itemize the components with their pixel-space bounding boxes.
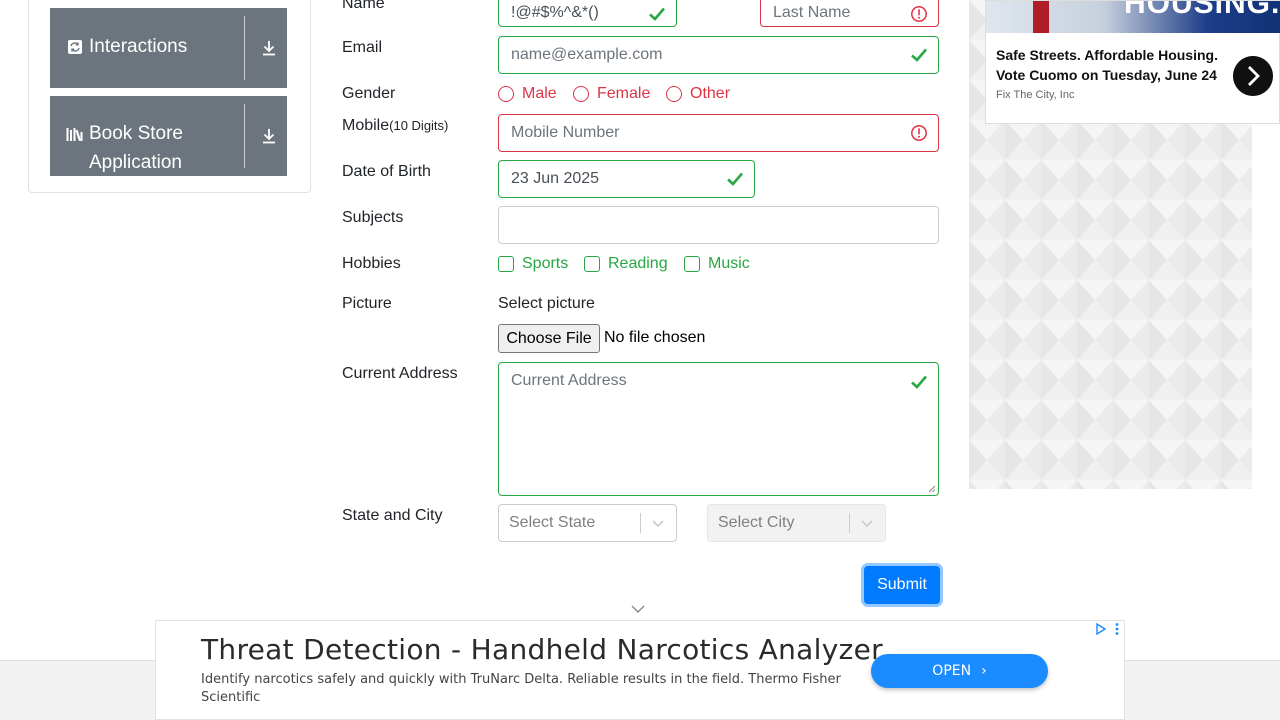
sidebar-group-book-store[interactable]: Book Store Application — [50, 96, 287, 176]
submit-button[interactable]: Submit — [864, 566, 940, 604]
ad-image: HOUSING. — [986, 1, 1280, 33]
hobby-reading-checkbox[interactable]: Reading — [584, 255, 668, 273]
dob-value: 23 Jun 2025 — [511, 170, 600, 187]
right-ad-card[interactable]: HOUSING. Safe Streets. Affordable Housin… — [985, 0, 1280, 124]
radio-label[interactable]: Other — [690, 85, 730, 103]
download-icon[interactable] — [260, 39, 278, 57]
check-icon — [727, 172, 743, 186]
picture-label: Picture — [342, 295, 392, 312]
chevron-right-icon[interactable] — [1233, 56, 1273, 96]
radio-label[interactable]: Female — [597, 85, 650, 103]
ad-image-figure — [1033, 1, 1049, 33]
sidebar-group-interactions[interactable]: Interactions — [50, 8, 287, 88]
ad-description: Identify narcotics safely and quickly wi… — [201, 672, 841, 705]
city-placeholder: Select City — [718, 514, 795, 531]
dob-input[interactable]: 23 Jun 2025 — [498, 160, 755, 198]
picture-prompt: Select picture — [498, 295, 595, 312]
ad-open-label: OPEN — [932, 663, 972, 679]
radio-circle[interactable] — [498, 86, 514, 102]
first-name-value: !@#$%^&*() — [511, 3, 599, 21]
ad-headline[interactable]: Safe Streets. Affordable Housing. Vote C… — [996, 45, 1226, 85]
city-select[interactable]: Select City — [707, 504, 886, 542]
ad-image-text: HOUSING. — [1124, 1, 1280, 20]
gender-label: Gender — [342, 85, 396, 102]
current-address-textarea[interactable]: Current Address — [498, 362, 939, 496]
checkbox-label[interactable]: Music — [708, 255, 750, 273]
sidebar-group-label: Book Store — [89, 123, 183, 144]
chevron-down-icon[interactable] — [650, 515, 666, 531]
check-icon — [911, 375, 927, 389]
ad-open-button[interactable]: OPEN › — [871, 654, 1048, 688]
radio-label[interactable]: Male — [522, 85, 557, 103]
last-name-placeholder: Last Name — [773, 3, 851, 21]
subjects-input[interactable] — [498, 206, 939, 244]
ad-source: Fix The City, Inc — [996, 89, 1075, 101]
sidebar-group-label: Interactions — [89, 36, 188, 57]
hobbies-label: Hobbies — [342, 255, 401, 272]
chevron-right-icon: › — [981, 663, 987, 679]
file-status: No file chosen — [604, 329, 706, 346]
gender-female-radio[interactable]: Female — [573, 85, 650, 103]
radio-circle[interactable] — [666, 86, 682, 102]
state-select[interactable]: Select State — [498, 504, 677, 542]
address-placeholder: Current Address — [511, 372, 627, 389]
first-name-input[interactable]: !@#$%^&*() — [498, 0, 677, 27]
mobile-label: Mobile(10 Digits) — [342, 116, 448, 136]
book-icon — [66, 128, 83, 141]
gender-male-radio[interactable]: Male — [498, 85, 557, 103]
choose-file-button[interactable]: Choose File — [498, 324, 600, 353]
checkbox-label[interactable]: Reading — [608, 255, 668, 273]
download-icon[interactable] — [260, 127, 278, 145]
resize-grip-icon[interactable] — [928, 485, 936, 493]
divider — [849, 513, 850, 533]
hobby-music-checkbox[interactable]: Music — [684, 255, 750, 273]
mobile-hint: (10 Digits) — [389, 118, 449, 133]
email-placeholder: name@example.com — [511, 46, 663, 63]
mobile-input[interactable]: Mobile Number — [498, 114, 939, 152]
divider — [244, 16, 245, 80]
ad-title[interactable]: Threat Detection - Handheld Narcotics An… — [201, 633, 883, 666]
adchoices-icon[interactable] — [1094, 622, 1108, 636]
divider — [640, 513, 641, 533]
warning-icon — [911, 5, 927, 22]
dob-label: Date of Birth — [342, 163, 431, 180]
check-icon — [911, 48, 927, 62]
state-city-label: State and City — [342, 507, 443, 524]
chevron-down-icon[interactable] — [859, 515, 875, 531]
name-label: Name — [342, 0, 385, 12]
hobby-sports-checkbox[interactable]: Sports — [498, 255, 568, 273]
subjects-label: Subjects — [342, 209, 404, 226]
radio-circle[interactable] — [573, 86, 589, 102]
divider — [244, 104, 245, 168]
checkbox-box[interactable] — [584, 256, 600, 272]
interactions-icon — [68, 40, 82, 54]
last-name-input[interactable]: Last Name — [760, 0, 939, 27]
email-label: Email — [342, 39, 383, 56]
gender-other-radio[interactable]: Other — [666, 85, 730, 103]
address-label: Current Address — [342, 365, 458, 382]
check-icon — [649, 7, 665, 21]
warning-icon — [911, 125, 927, 141]
bottom-ad-banner[interactable]: Threat Detection - Handheld Narcotics An… — [155, 620, 1125, 720]
more-options-icon[interactable] — [1112, 622, 1122, 636]
chevron-down-icon[interactable] — [630, 603, 646, 615]
email-field[interactable]: name@example.com — [498, 36, 939, 74]
sidebar-group-label-line2: Application — [89, 152, 182, 173]
checkbox-box[interactable] — [684, 256, 700, 272]
state-placeholder: Select State — [509, 514, 596, 531]
checkbox-label[interactable]: Sports — [522, 255, 568, 273]
checkbox-box[interactable] — [498, 256, 514, 272]
mobile-placeholder: Mobile Number — [511, 124, 620, 141]
mobile-label-text: Mobile — [342, 117, 390, 134]
